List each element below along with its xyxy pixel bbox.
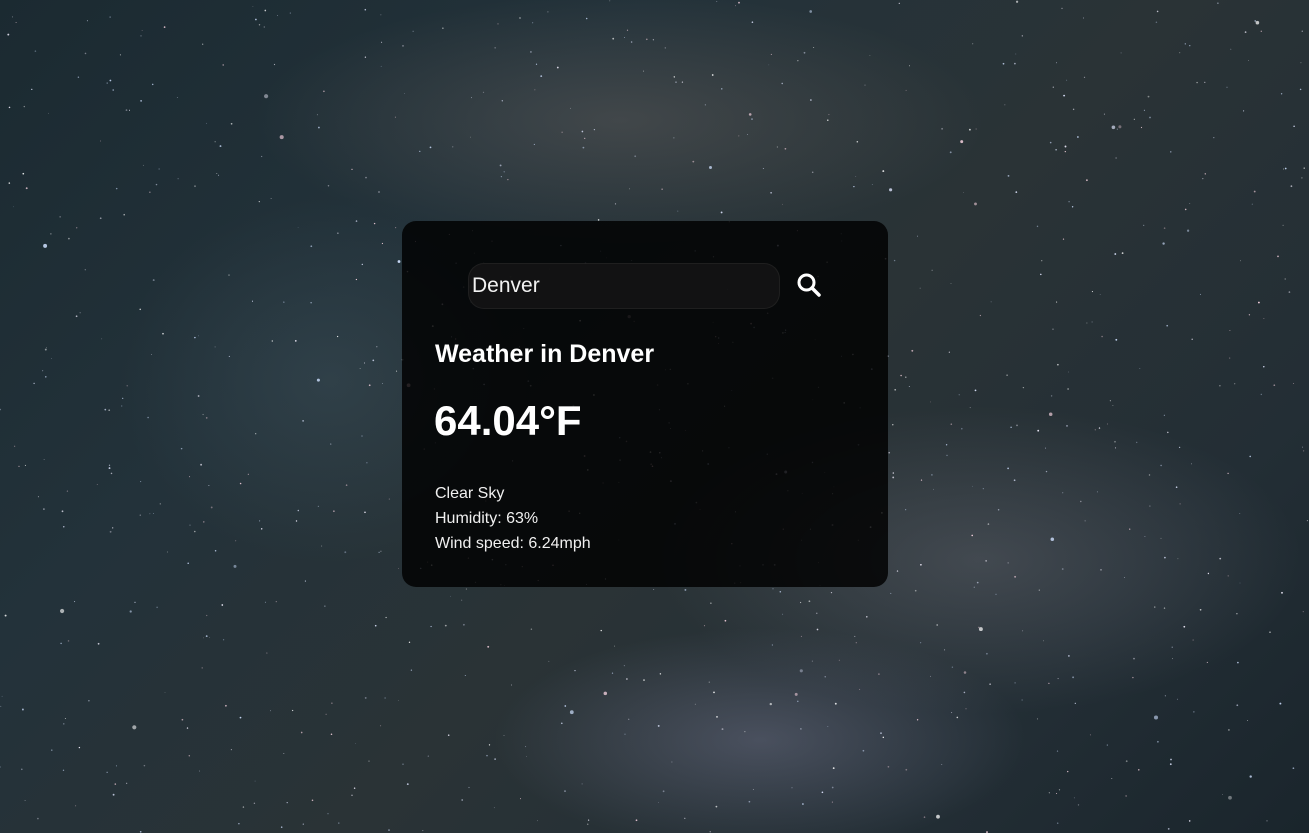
- search-button[interactable]: [786, 262, 832, 308]
- weather-details: Clear Sky Humidity: 63% Wind speed: 6.24…: [435, 481, 591, 556]
- weather-description: Clear Sky: [435, 485, 505, 502]
- wind-speed: Wind speed: 6.24mph: [435, 535, 591, 552]
- search-input[interactable]: [472, 265, 772, 307]
- weather-card: Weather in Denver 64.04°F Clear Sky Humi…: [402, 221, 888, 587]
- temperature: 64.04°F: [434, 397, 582, 444]
- search-icon: [797, 273, 821, 297]
- weather-title: Weather in Denver: [435, 340, 655, 368]
- humidity: Humidity: 63%: [435, 510, 539, 527]
